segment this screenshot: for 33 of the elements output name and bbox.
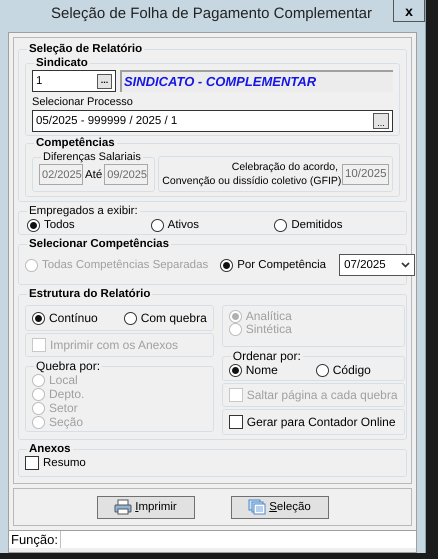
radio-button[interactable]: Todos bbox=[27, 218, 151, 232]
group-title: Quebra por: bbox=[35, 359, 102, 373]
field-label: Selecionar Processo bbox=[32, 95, 134, 109]
checkbox[interactable]: Resumo bbox=[25, 456, 400, 470]
radio-button[interactable]: Código bbox=[316, 363, 371, 377]
close-button[interactable]: x bbox=[393, 0, 425, 22]
group-title: Seleção de Relatório bbox=[28, 42, 144, 56]
group-title: Competências bbox=[35, 136, 116, 150]
group-title: Anexos bbox=[28, 442, 72, 456]
chevron-down-icon bbox=[401, 262, 410, 268]
group-title: Estrutura do Relatório bbox=[28, 287, 152, 301]
group-title: Diferenças Salariais bbox=[42, 150, 142, 164]
group-title: Ordenar por: bbox=[232, 349, 302, 363]
radio-button[interactable]: Ativos bbox=[150, 218, 274, 232]
group-title: Selecionar Competências bbox=[28, 237, 170, 251]
radio-button[interactable]: Por Competência bbox=[220, 258, 326, 272]
radio-button[interactable]: Nome bbox=[228, 363, 278, 377]
print-button[interactable]: Imprimir bbox=[96, 496, 194, 518]
code-field[interactable]: 1 ... bbox=[32, 70, 116, 92]
stacked-windows-icon bbox=[248, 499, 266, 515]
group-title: Sindicato bbox=[35, 56, 89, 70]
month-dropdown[interactable]: 07/2025 bbox=[339, 254, 416, 276]
sindicato-name-label: SINDICATO - COMPLEMENTAR bbox=[120, 70, 393, 92]
radio-button[interactable]: Com quebra bbox=[124, 311, 207, 325]
window-title: Seleção de Folha de Pagamento Complementar bbox=[50, 4, 374, 21]
printer-icon bbox=[114, 499, 132, 515]
selection-button[interactable]: Seleção bbox=[230, 496, 328, 518]
radio-button[interactable]: Contínuo bbox=[32, 311, 98, 325]
radio-button[interactable]: Demitidos bbox=[274, 218, 398, 232]
range-label: Até bbox=[85, 168, 102, 182]
group-title: Empregados a exibir: bbox=[28, 204, 139, 218]
process-field[interactable]: 05/2025 - 999999 / 2025 / 1 ... bbox=[32, 110, 393, 132]
status-label: Função: bbox=[9, 531, 61, 548]
